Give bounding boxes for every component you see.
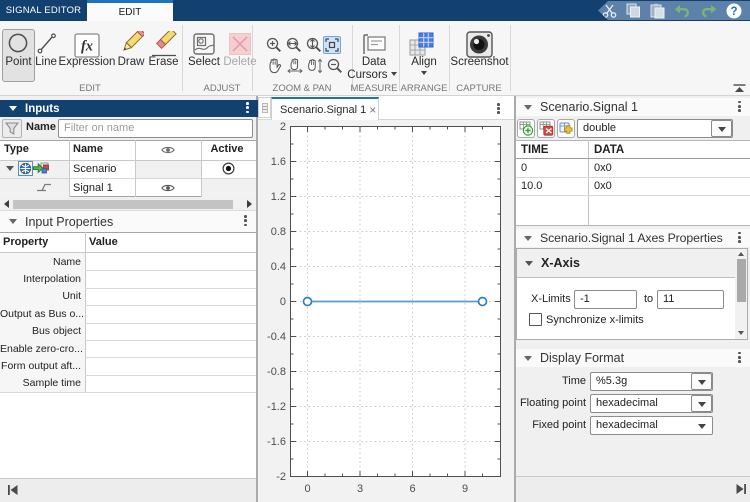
svg-text:0: 0 — [304, 483, 310, 495]
svg-text:3: 3 — [357, 483, 363, 495]
svg-text:0.8: 0.8 — [271, 226, 286, 238]
svg-text:6: 6 — [409, 483, 415, 495]
svg-text:0.4: 0.4 — [271, 261, 286, 273]
svg-text:-0.8: -0.8 — [267, 366, 286, 378]
svg-text:fx: fx — [81, 39, 93, 55]
svg-text:?: ? — [730, 6, 737, 18]
svg-text:-2: -2 — [276, 471, 286, 483]
svg-text:2: 2 — [280, 121, 286, 133]
svg-text:-1.6: -1.6 — [267, 436, 286, 448]
svg-text:-1.2: -1.2 — [267, 401, 286, 413]
svg-text:1.6: 1.6 — [271, 156, 286, 168]
svg-text:1.2: 1.2 — [271, 191, 286, 203]
svg-text:-0.4: -0.4 — [267, 331, 286, 343]
svg-text:0: 0 — [280, 296, 286, 308]
svg-text:9: 9 — [462, 483, 468, 495]
